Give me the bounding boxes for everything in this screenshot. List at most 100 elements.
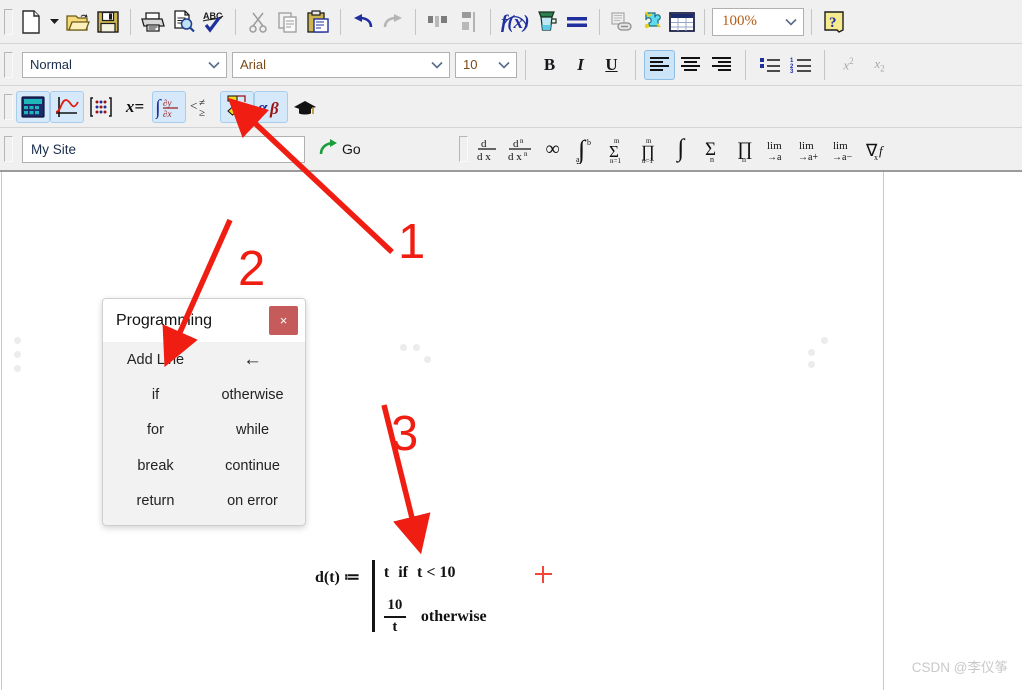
- math-region[interactable]: d(t) ≔ t if t < 10 10 t otherwise: [315, 560, 487, 648]
- copy-icon[interactable]: [273, 7, 303, 37]
- toolbar-grip[interactable]: [4, 52, 13, 78]
- nth-derivative-icon[interactable]: dnd xn: [503, 133, 537, 165]
- print-preview-icon[interactable]: [168, 7, 198, 37]
- calculator-toolbar-button[interactable]: [16, 91, 50, 123]
- programming-panel[interactable]: Programming × Add Line ← if otherwise fo…: [102, 298, 306, 526]
- on-error-button[interactable]: on error: [223, 492, 282, 510]
- save-file-icon[interactable]: [93, 7, 123, 37]
- definite-integral-icon[interactable]: ∫ba: [569, 133, 601, 165]
- symbolic-toolbar-button[interactable]: [288, 91, 322, 123]
- svg-text:n: n: [520, 137, 524, 145]
- formatting-toolbar: Normal Arial 10 B I U 123 x2: [0, 44, 1022, 86]
- toolbar-separator: [599, 9, 600, 35]
- close-icon[interactable]: ×: [269, 306, 298, 335]
- address-input[interactable]: My Site: [22, 136, 305, 163]
- toolbar-grip[interactable]: [4, 94, 13, 120]
- italic-button[interactable]: I: [565, 50, 596, 80]
- right-hand-limit-icon[interactable]: lim→a+: [793, 133, 827, 165]
- superscript-button[interactable]: x2: [833, 50, 864, 80]
- zoom-level-select[interactable]: 100%: [712, 8, 804, 36]
- cut-icon[interactable]: [243, 7, 273, 37]
- left-hand-limit-icon[interactable]: lim→a−: [827, 133, 861, 165]
- branch-otherwise: 10 t otherwise: [384, 586, 487, 648]
- chevron-down-icon[interactable]: [46, 7, 63, 37]
- page-left-edge: [1, 172, 2, 690]
- continue-button[interactable]: continue: [221, 457, 284, 475]
- go-arrow-icon: [319, 139, 339, 160]
- range-product-icon[interactable]: ∏n: [729, 133, 761, 165]
- for-button[interactable]: for: [143, 421, 168, 439]
- program-branches: t if t < 10 10 t otherwise: [384, 560, 487, 648]
- paste-icon[interactable]: [303, 7, 333, 37]
- calculate-icon[interactable]: [562, 7, 592, 37]
- chevron-down-icon: [494, 61, 514, 69]
- toolbar-grip[interactable]: [4, 9, 13, 35]
- graph-toolbar-button[interactable]: [50, 91, 84, 123]
- gradient-icon[interactable]: ∇xf: [861, 133, 893, 165]
- range-sum-icon[interactable]: Σn: [697, 133, 729, 165]
- calculus-toolbar-button[interactable]: ∫∂y∂x: [152, 91, 186, 123]
- insert-hyperlink-icon[interactable]: [607, 7, 637, 37]
- redo-icon[interactable]: [378, 7, 408, 37]
- if-button[interactable]: if: [148, 386, 163, 404]
- add-line-button[interactable]: Add Line: [123, 351, 188, 369]
- toolbar-separator: [635, 50, 636, 80]
- evaluation-toolbar-button[interactable]: x=: [118, 91, 152, 123]
- greek-toolbar-button[interactable]: αβ: [254, 91, 288, 123]
- branch-otherwise-keyword: otherwise: [421, 608, 487, 626]
- calculus-palette-grip[interactable]: [459, 136, 468, 162]
- toolbar-separator: [340, 9, 341, 35]
- insert-unit-icon[interactable]: [532, 7, 562, 37]
- local-assign-button[interactable]: ←: [239, 348, 266, 372]
- programming-panel-title: Programming: [116, 312, 269, 330]
- insert-component-icon[interactable]: [637, 7, 667, 37]
- print-icon[interactable]: [138, 7, 168, 37]
- align-center-button[interactable]: [675, 50, 706, 80]
- help-icon[interactable]: ?: [819, 7, 849, 37]
- svg-text:n=1: n=1: [610, 157, 621, 164]
- open-file-icon[interactable]: [63, 7, 93, 37]
- svg-text:x: x: [874, 153, 878, 162]
- derivative-icon[interactable]: dd x: [471, 133, 503, 165]
- underline-button[interactable]: U: [596, 50, 627, 80]
- undo-icon[interactable]: [348, 7, 378, 37]
- zoom-level-value: 100%: [720, 13, 781, 30]
- toolbar-grip[interactable]: [4, 136, 13, 162]
- font-family-select[interactable]: Arial: [232, 52, 450, 78]
- programming-toolbar-button[interactable]: [220, 91, 254, 123]
- break-button[interactable]: break: [133, 457, 177, 475]
- infinity-icon[interactable]: ∞: [537, 133, 569, 165]
- document-canvas[interactable]: Programming × Add Line ← if otherwise fo…: [0, 172, 1022, 690]
- font-size-select[interactable]: 10: [455, 52, 517, 78]
- insert-area-icon[interactable]: [667, 7, 697, 37]
- font-family-value: Arial: [240, 57, 427, 72]
- align-down-icon[interactable]: [453, 7, 483, 37]
- new-document-icon[interactable]: [16, 7, 46, 37]
- svg-text:b: b: [587, 138, 591, 147]
- go-label: Go: [342, 141, 361, 157]
- summation-icon[interactable]: mΣn=1: [601, 133, 633, 165]
- matrix-toolbar-button[interactable]: [84, 91, 118, 123]
- numbered-list-button[interactable]: 123: [785, 50, 816, 80]
- two-sided-limit-icon[interactable]: lim→a: [761, 133, 793, 165]
- product-icon[interactable]: m∏n=1: [633, 133, 665, 165]
- svg-text:f: f: [879, 143, 885, 158]
- align-across-icon[interactable]: [423, 7, 453, 37]
- svg-text:lim: lim: [799, 140, 814, 152]
- insert-function-icon[interactable]: f(x): [498, 7, 532, 37]
- bold-button[interactable]: B: [534, 50, 565, 80]
- while-button[interactable]: while: [232, 421, 273, 439]
- go-button[interactable]: Go: [319, 139, 361, 160]
- subscript-button[interactable]: x2: [864, 50, 895, 80]
- paragraph-style-select[interactable]: Normal: [22, 52, 227, 78]
- align-left-button[interactable]: [644, 50, 675, 80]
- bulleted-list-button[interactable]: [754, 50, 785, 80]
- return-button[interactable]: return: [133, 492, 179, 510]
- boolean-toolbar-button[interactable]: <≠≥: [186, 91, 220, 123]
- align-right-button[interactable]: [706, 50, 737, 80]
- spell-check-icon[interactable]: ABC: [198, 7, 228, 37]
- otherwise-button[interactable]: otherwise: [217, 386, 287, 404]
- superscript-mark: 2: [849, 56, 854, 66]
- program-vertical-bar: [372, 560, 375, 632]
- indefinite-integral-icon[interactable]: ∫: [665, 133, 697, 165]
